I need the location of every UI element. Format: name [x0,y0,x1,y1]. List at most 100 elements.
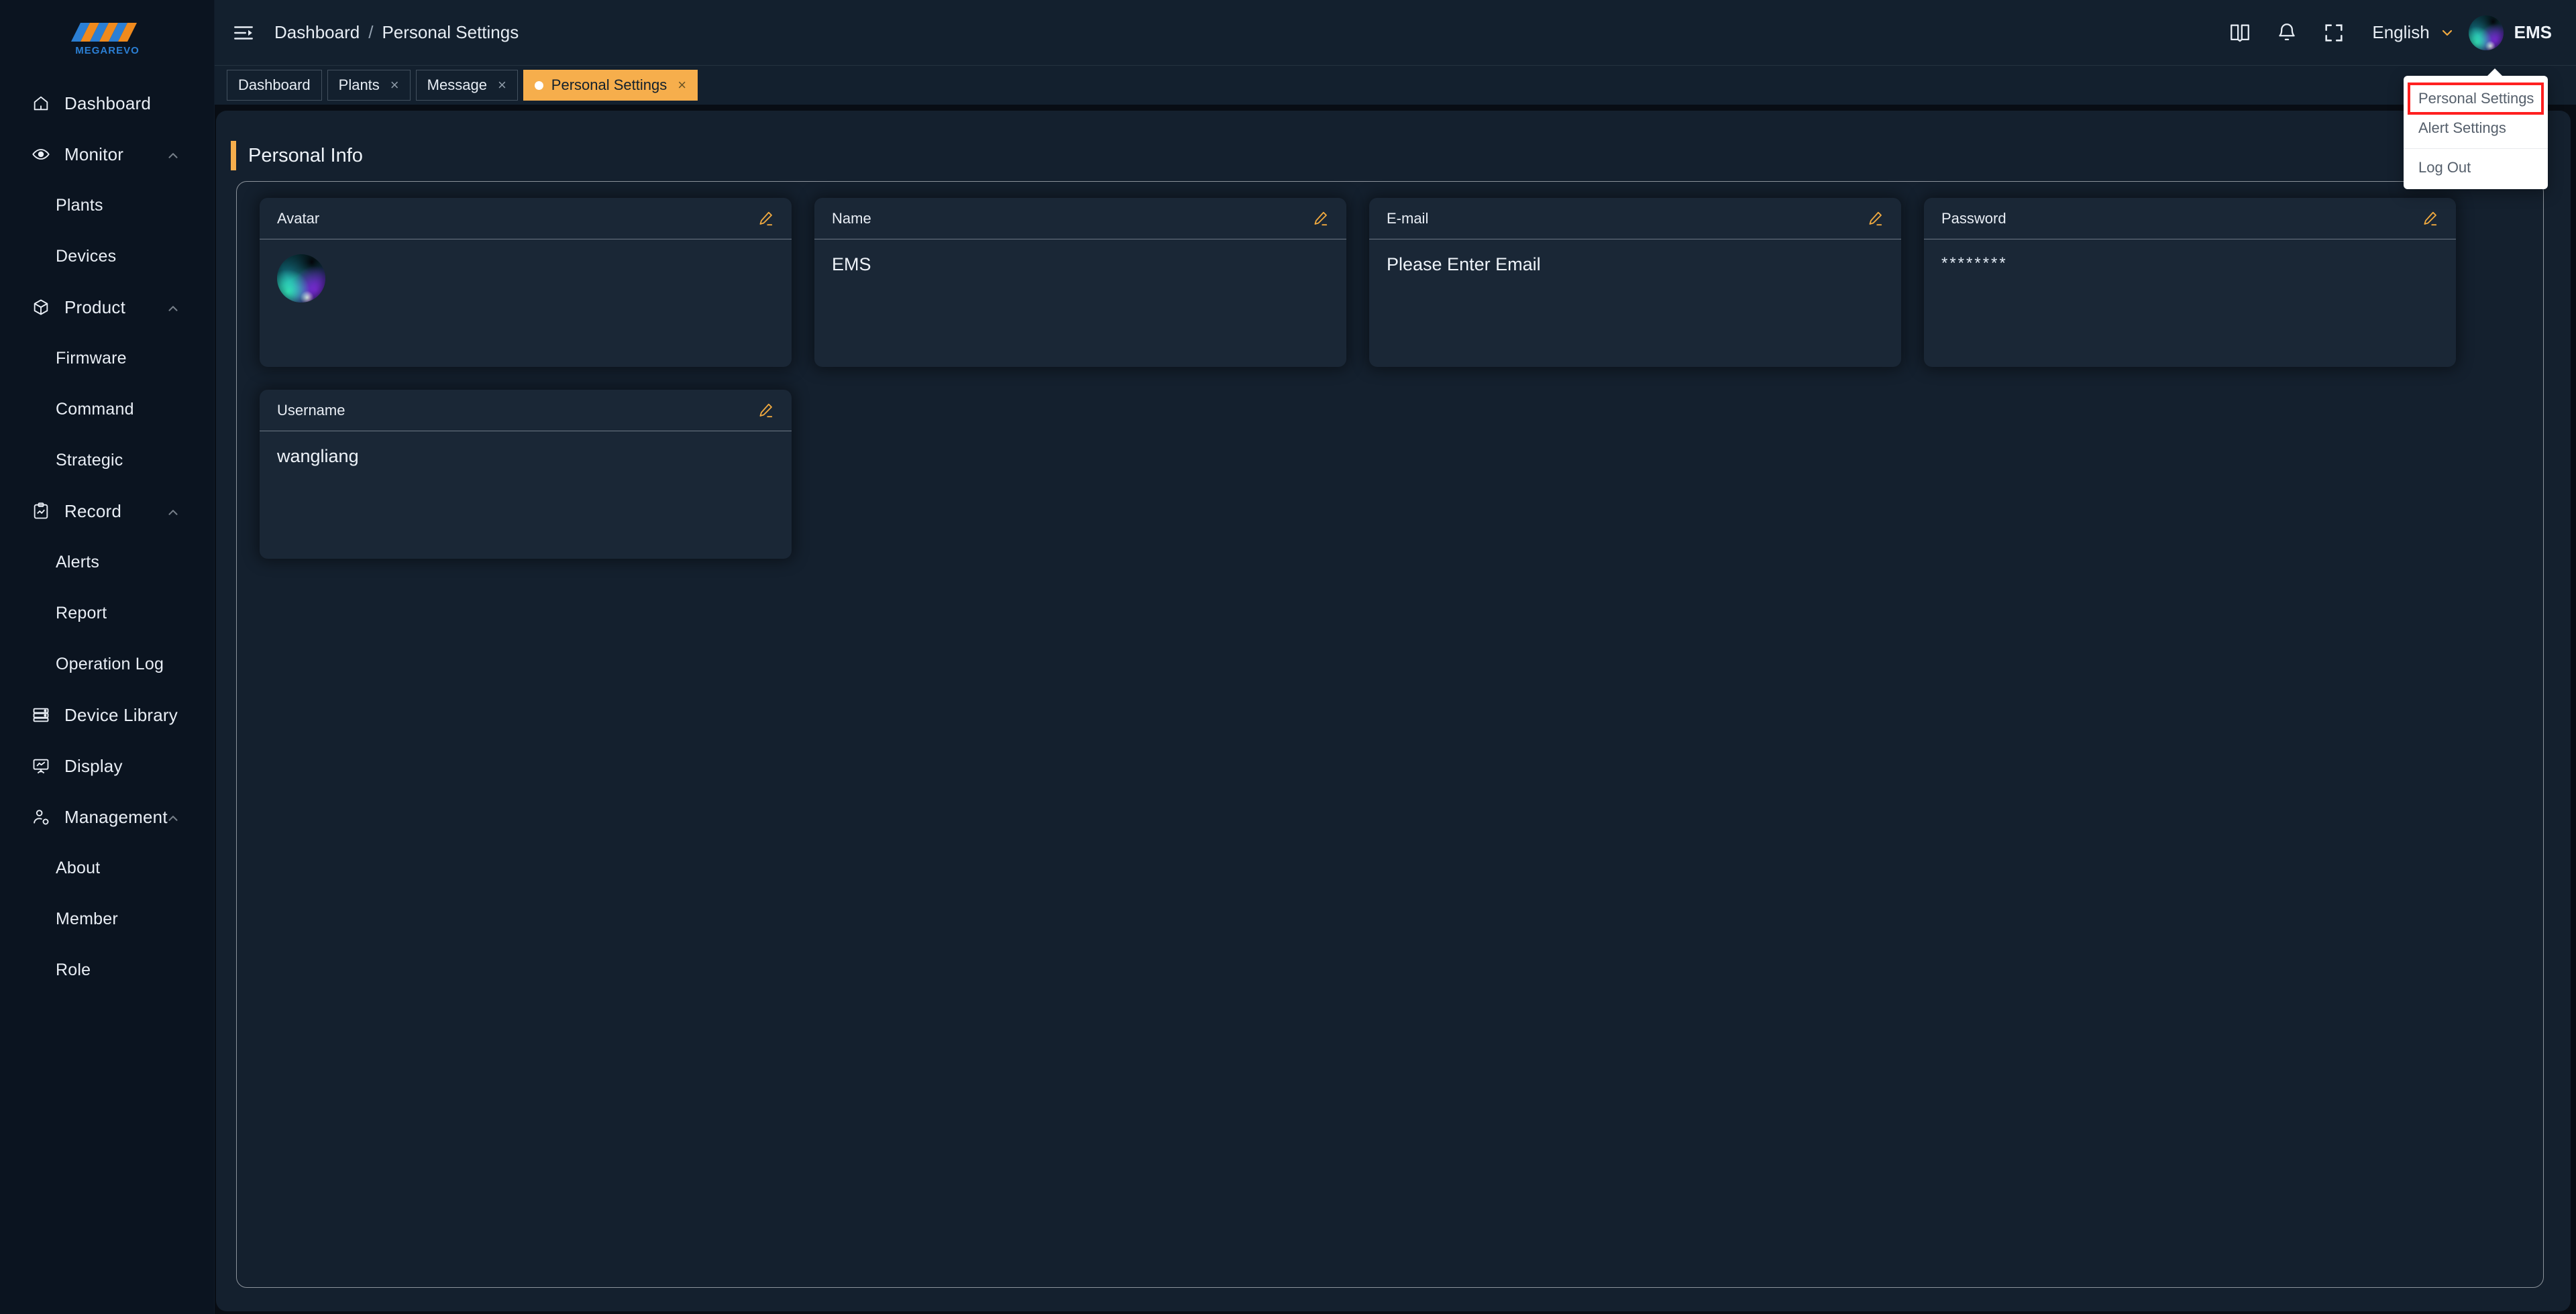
sidebar-item-plants[interactable]: Plants [0,180,214,231]
eye-icon [30,143,52,166]
tab-personal-settings[interactable]: Personal Settings × [523,70,698,101]
card-body [260,239,792,367]
card-password: Password ******** [1924,198,2456,367]
edit-pencil-icon[interactable] [755,400,775,421]
tab-dashboard[interactable]: Dashboard [227,70,322,101]
sidebar-item-label: Management [64,806,168,827]
user-name-label: EMS [2514,22,2552,42]
tab-label: Message [427,76,487,93]
sidebar-item-label: Alerts [56,552,100,571]
svg-text:MEGAREVO: MEGAREVO [75,45,140,56]
tab-label: Plants [338,76,380,93]
sidebar-item-label: Device Library [64,704,178,725]
card-body: ******** [1924,239,2456,367]
tab-bar: Dashboard Plants × Message × Personal Setting… [215,66,2576,105]
card-header: E-mail [1369,198,1901,239]
card-value: wangliang [277,446,359,466]
edit-pencil-icon[interactable] [1310,209,1330,229]
sidebar-item-dashboard[interactable]: Dashboard [0,78,214,129]
fullscreen-icon[interactable] [2314,13,2353,52]
breadcrumb-current: Personal Settings [382,22,519,42]
chevron-up-icon[interactable] [166,300,180,315]
tab-active-dot-icon [534,80,543,90]
top-bar: Dashboard / Personal Settings English EM… [215,0,2576,66]
sidebar-nav: Dashboard Monitor Plants Devices Product Firm… [0,78,214,995]
sidebar-item-management[interactable]: Management [0,791,214,842]
sidebar-item-label: Dashboard [64,93,151,113]
language-label: English [2372,22,2430,42]
sidebar-item-report[interactable]: Report [0,588,214,639]
tab-label: Personal Settings [551,76,667,93]
collapse-menu-glyph [234,25,253,40]
sidebar-item-label: Product [64,296,126,317]
sidebar-item-about[interactable]: About [0,842,214,893]
card-body: wangliang [260,431,792,559]
edit-pencil-icon[interactable] [755,209,775,229]
card-title: Username [277,401,345,419]
bell-glyph [2279,23,2296,40]
sidebar-item-label: Command [56,399,134,419]
sidebar-item-label: Operation Log [56,654,164,673]
card-title: Name [832,209,871,227]
collapse-menu-icon[interactable] [230,19,257,46]
tab-close-icon[interactable]: × [678,78,686,93]
card-title: Avatar [277,209,320,227]
personal-info-panel: Avatar Name EMS E-mail Please Enter Email Pas… [236,181,2544,1288]
chevron-down-icon [2442,30,2452,36]
brand-logo[interactable]: MEGAREVO [0,0,214,66]
sidebar-item-monitor[interactable]: Monitor [0,129,214,180]
sidebar-item-display[interactable]: Display [0,741,214,791]
card-e-mail: E-mail Please Enter Email [1369,198,1901,367]
megarevo-logo-icon: MEGAREVO [70,23,140,56]
language-selector[interactable]: English [2372,22,2455,43]
tab-close-icon[interactable]: × [498,78,506,93]
presentation-chart-icon [30,755,52,777]
sidebar-item-role[interactable]: Role [0,944,214,995]
home-icon [30,92,52,115]
sidebar-item-device-library[interactable]: Device Library [0,690,214,741]
sidebar-item-label: Firmware [56,348,127,368]
sidebar-item-operation-log[interactable]: Operation Log [0,639,214,690]
menu-item-alert-settings[interactable]: Alert Settings [2404,113,2548,143]
edit-pencil-icon[interactable] [1865,209,1885,229]
book-icon[interactable] [2220,13,2259,52]
sidebar-item-command[interactable]: Command [0,384,214,435]
card-value: Please Enter Email [1387,254,1541,274]
bell-icon[interactable] [2267,13,2306,52]
card-avatar: Avatar [260,198,792,367]
tab-close-icon[interactable]: × [390,78,399,93]
menu-item-log-out[interactable]: Log Out [2404,153,2548,182]
chevron-up-icon[interactable] [166,810,180,824]
avatar [2468,15,2504,50]
sidebar-item-firmware[interactable]: Firmware [0,333,214,384]
breadcrumb-separator: / [368,22,374,42]
sidebar-item-alerts[interactable]: Alerts [0,537,214,588]
card-value: ******** [1941,254,2008,272]
page-title-accent-bar [231,141,236,170]
sidebar-item-member[interactable]: Member [0,893,214,944]
edit-pencil-icon[interactable] [2420,209,2440,229]
card-grid: Avatar Name EMS E-mail Please Enter Email Pas… [237,182,2543,575]
chevron-up-icon[interactable] [166,147,180,162]
card-value: EMS [832,254,871,274]
content-panel: Personal Info Save Avatar Name EMS E-mail Pl… [216,111,2571,1311]
card-name: Name EMS [814,198,1346,367]
user-menu-trigger[interactable]: EMS [2468,15,2552,50]
tab-message[interactable]: Message × [415,70,518,101]
clipboard-chart-icon [30,500,52,523]
breadcrumb-root[interactable]: Dashboard [274,22,360,43]
sidebar-item-devices[interactable]: Devices [0,231,214,282]
chevron-up-icon[interactable] [166,504,180,518]
sidebar-item-record[interactable]: Record [0,486,214,537]
sidebar-item-label: Display [64,755,123,776]
top-bar-actions: English EMS [2220,13,2576,52]
sidebar-item-strategic[interactable]: Strategic [0,435,214,486]
tab-plants[interactable]: Plants × [327,70,411,101]
sidebar-item-label: Report [56,603,107,622]
sidebar-item-label: Devices [56,246,117,266]
book-glyph [2231,24,2250,42]
dropdown-arrow [2487,68,2503,76]
card-header: Username [260,390,792,431]
menu-item-personal-settings[interactable]: Personal Settings [2408,83,2544,115]
sidebar-item-product[interactable]: Product [0,282,214,333]
